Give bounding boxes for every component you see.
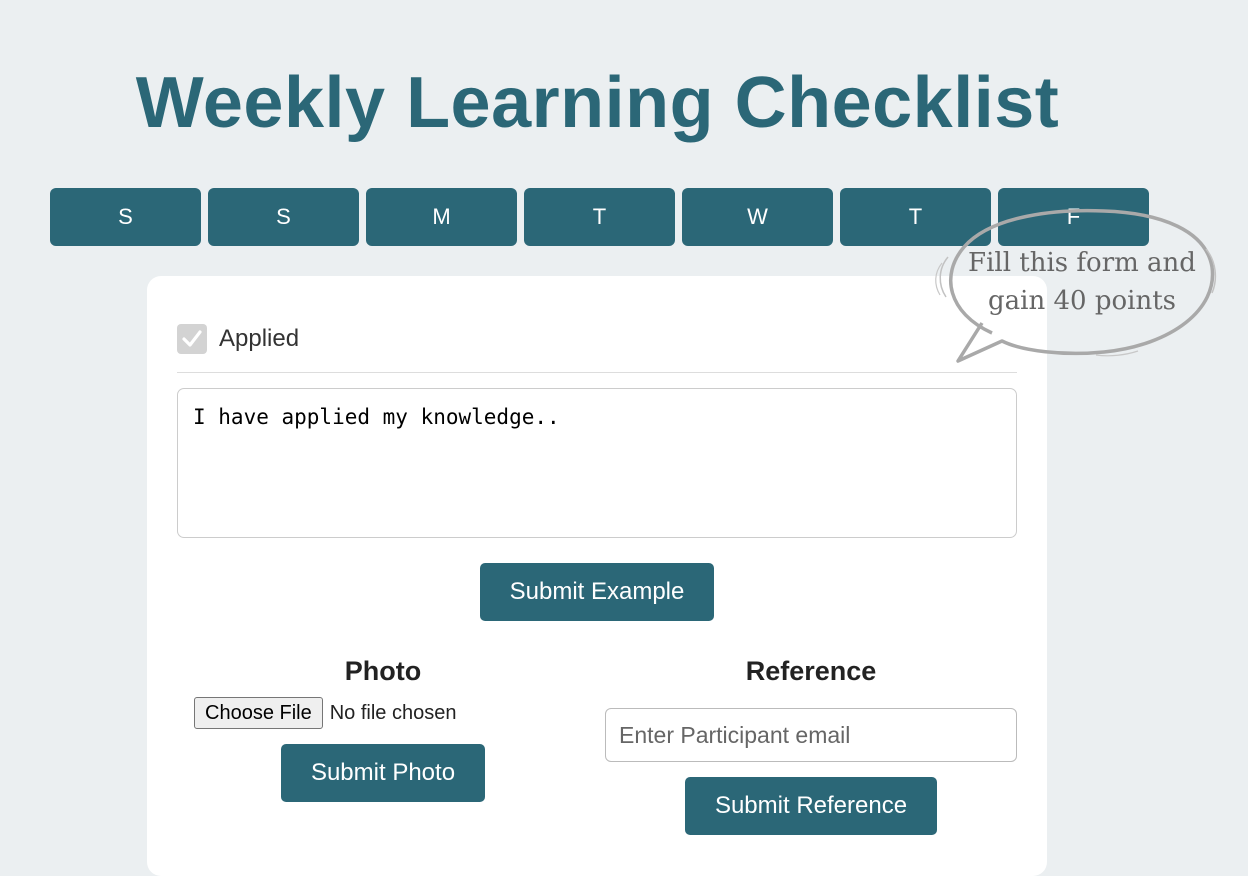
callout-line-2: gain 40 points (988, 286, 1176, 316)
checklist-form-card: Applied I have applied my knowledge.. Su… (147, 276, 1047, 876)
participant-email-input[interactable]: Enter Participant email (605, 708, 1017, 762)
example-textarea[interactable]: I have applied my knowledge.. (177, 388, 1017, 538)
day-tab-sunday[interactable]: S (50, 188, 201, 246)
photo-file-input: Choose File No file chosen (194, 697, 456, 729)
submit-photo-button[interactable]: Submit Photo (281, 744, 485, 802)
choose-file-button[interactable]: Choose File (194, 697, 323, 729)
page-title: Weekly Learning Checklist (135, 63, 1060, 143)
day-tab-saturday[interactable]: S (208, 188, 359, 246)
submit-example-button[interactable]: Submit Example (480, 563, 714, 621)
applied-label: Applied (219, 325, 300, 352)
reference-heading: Reference (745, 656, 877, 686)
file-status-text: No file chosen (329, 701, 457, 724)
photo-heading: Photo (344, 656, 422, 686)
applied-checkbox-row: Applied (177, 324, 299, 354)
checkmark-icon (182, 330, 202, 347)
day-tab-monday[interactable]: M (366, 188, 517, 246)
day-tab-wednesday[interactable]: W (682, 188, 833, 246)
submit-reference-button[interactable]: Submit Reference (685, 777, 937, 835)
day-tab-tuesday[interactable]: T (524, 188, 675, 246)
callout-text: Fill this form and gain 40 points (962, 244, 1202, 320)
applied-checkbox[interactable] (177, 324, 207, 354)
divider (177, 372, 1017, 373)
callout-line-1: Fill this form and (968, 248, 1196, 278)
